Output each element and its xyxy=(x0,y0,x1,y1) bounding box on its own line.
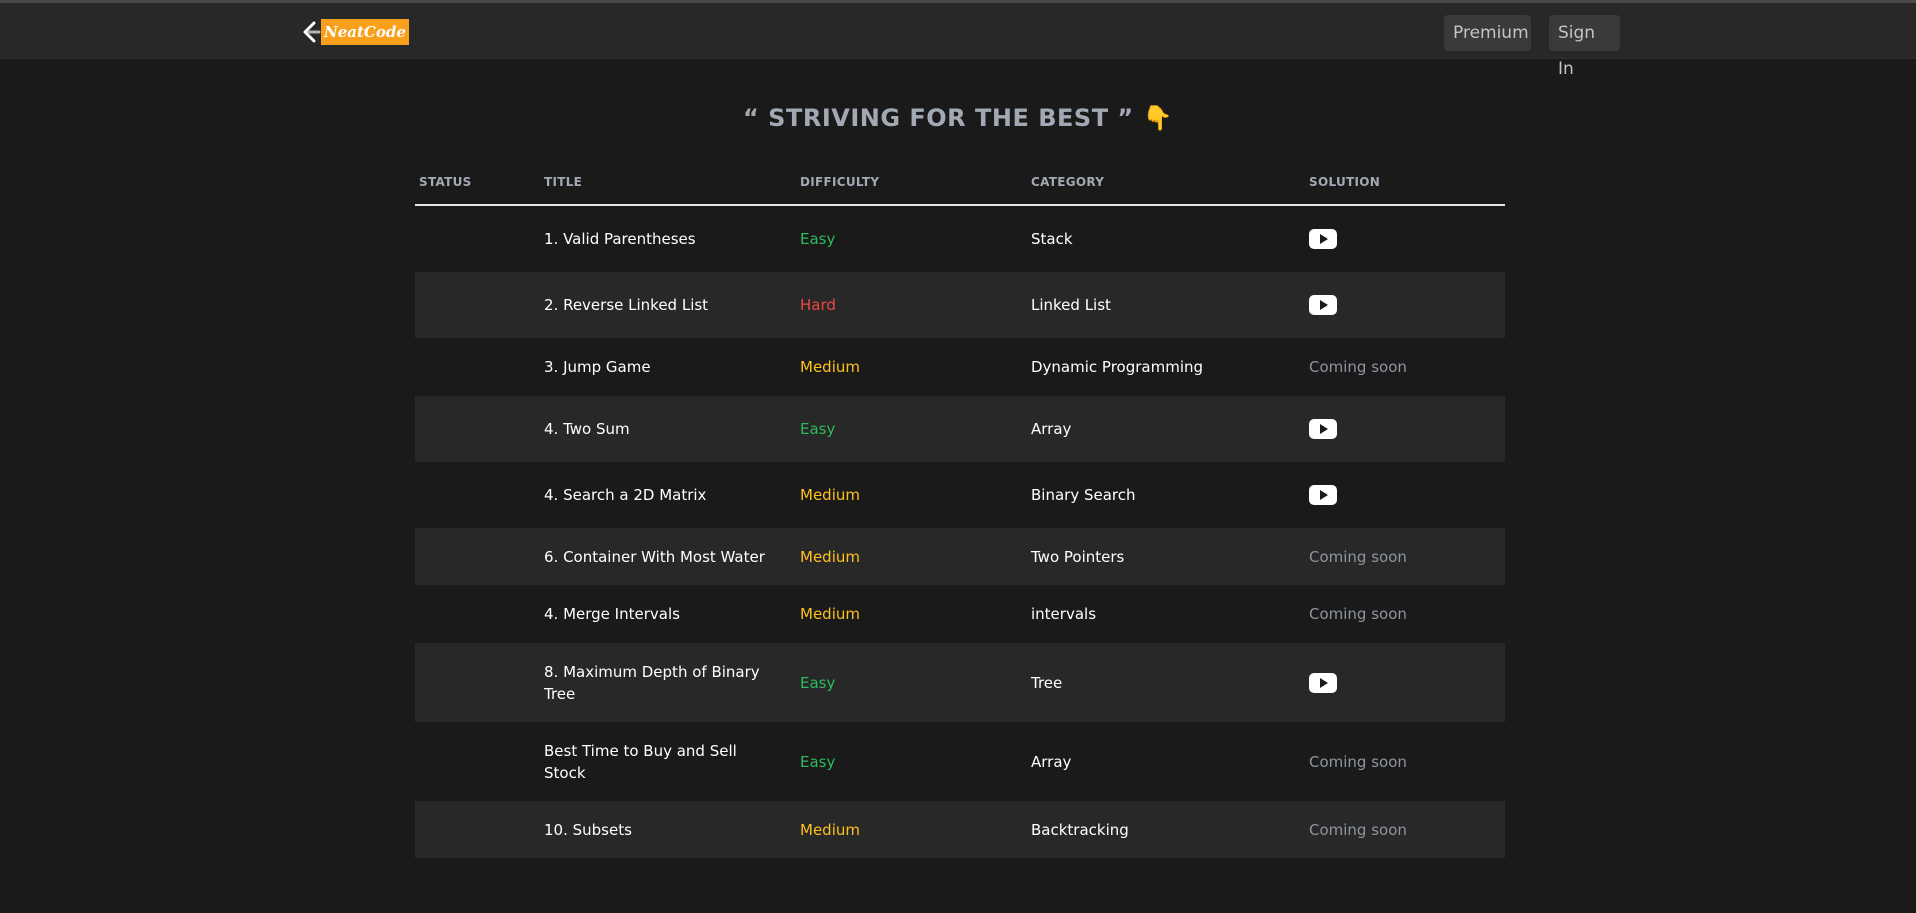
table-row: Best Time to Buy and Sell Stock Easy Array… xyxy=(415,722,1505,801)
youtube-play-icon[interactable] xyxy=(1309,672,1337,693)
solution-video-link[interactable] xyxy=(1309,485,1337,505)
solution-coming-soon: Coming soon xyxy=(1309,752,1407,771)
column-header-category: CATEGORY xyxy=(1031,175,1105,189)
difficulty-label: Medium xyxy=(800,547,860,566)
category-label: Backtracking xyxy=(1031,820,1129,839)
table-row: 8. Maximum Depth of Binary Tree Easy Tree xyxy=(415,643,1505,722)
difficulty-label: Easy xyxy=(800,673,836,692)
problem-title-link[interactable]: 4. Two Sum xyxy=(544,418,774,440)
category-label: Stack xyxy=(1031,230,1073,248)
solution-video-link[interactable] xyxy=(1309,295,1337,315)
column-header-status: STATUS xyxy=(419,175,472,189)
youtube-play-icon[interactable] xyxy=(1309,229,1337,249)
table-row: 1. Valid Parentheses Easy Stack xyxy=(415,206,1505,272)
category-label: Binary Search xyxy=(1031,486,1136,504)
table-body: 1. Valid Parentheses Easy Stack 2. Reverse … xyxy=(415,206,1505,858)
table-row: 6. Container With Most Water Medium Two Po… xyxy=(415,528,1505,585)
category-label: intervals xyxy=(1031,605,1097,623)
difficulty-label: Medium xyxy=(800,605,860,623)
logo[interactable]: NeatCode xyxy=(299,19,409,45)
problem-title-link[interactable]: 3. Jump Game xyxy=(544,356,774,378)
problem-title-link[interactable]: 10. Subsets xyxy=(544,819,774,841)
difficulty-label: Easy xyxy=(800,752,836,771)
problem-title-link[interactable]: 2. Reverse Linked List xyxy=(544,294,774,316)
difficulty-label: Hard xyxy=(800,296,836,314)
table-row: 4. Search a 2D Matrix Medium Binary Search xyxy=(415,462,1505,528)
difficulty-label: Easy xyxy=(800,420,836,438)
youtube-play-icon[interactable] xyxy=(1309,485,1337,505)
page-tagline: “ STRIVING FOR THE BEST ” 👇 xyxy=(743,104,1173,132)
category-label: Dynamic Programming xyxy=(1031,358,1204,376)
category-label: Array xyxy=(1031,752,1072,771)
solution-coming-soon: Coming soon xyxy=(1309,605,1407,623)
solution-video-link[interactable] xyxy=(1309,672,1337,693)
problem-title-link[interactable]: Best Time to Buy and Sell Stock xyxy=(544,740,774,784)
category-label: Tree xyxy=(1031,673,1063,692)
difficulty-label: Medium xyxy=(800,486,860,504)
category-label: Array xyxy=(1031,420,1072,438)
table-row: 4. Two Sum Easy Array xyxy=(415,396,1505,462)
youtube-play-icon[interactable] xyxy=(1309,295,1337,315)
column-header-title: TITLE xyxy=(544,175,583,189)
problem-title-link[interactable]: 1. Valid Parentheses xyxy=(544,228,774,250)
neatcode-logo-icon xyxy=(299,19,321,45)
table-row: 10. Subsets Medium Backtracking Coming soon xyxy=(415,801,1505,858)
table-row: 2. Reverse Linked List Hard Linked List xyxy=(415,272,1505,338)
problem-title-link[interactable]: 4. Merge Intervals xyxy=(544,603,774,625)
premium-button[interactable]: Premium xyxy=(1444,15,1531,51)
solution-coming-soon: Coming soon xyxy=(1309,547,1407,566)
problem-title-link[interactable]: 8. Maximum Depth of Binary Tree xyxy=(544,661,774,705)
logo-text: NeatCode xyxy=(321,19,409,45)
solution-video-link[interactable] xyxy=(1309,229,1337,249)
difficulty-label: Medium xyxy=(800,820,860,839)
difficulty-label: Easy xyxy=(800,230,836,248)
sign-in-button[interactable]: Sign In xyxy=(1549,15,1620,79)
category-label: Two Pointers xyxy=(1031,547,1125,566)
category-label: Linked List xyxy=(1031,296,1111,314)
problems-table: STATUS TITLE DIFFICULTY CATEGORY SOLUTIO… xyxy=(415,166,1505,858)
table-header: STATUS TITLE DIFFICULTY CATEGORY SOLUTIO… xyxy=(415,166,1505,206)
youtube-play-icon[interactable] xyxy=(1309,419,1337,439)
navbar: NeatCode Premium Sign In xyxy=(0,3,1916,79)
problem-title-link[interactable]: 4. Search a 2D Matrix xyxy=(544,484,774,506)
solution-coming-soon: Coming soon xyxy=(1309,820,1407,839)
table-row: 4. Merge Intervals Medium intervals Coming … xyxy=(415,585,1505,643)
solution-coming-soon: Coming soon xyxy=(1309,358,1407,376)
table-row: 3. Jump Game Medium Dynamic Programming Com… xyxy=(415,338,1505,396)
solution-video-link[interactable] xyxy=(1309,419,1337,439)
difficulty-label: Medium xyxy=(800,358,860,376)
problem-title-link[interactable]: 6. Container With Most Water xyxy=(544,546,774,568)
column-header-solution: SOLUTION xyxy=(1309,175,1381,189)
column-header-difficulty: DIFFICULTY xyxy=(800,175,880,189)
